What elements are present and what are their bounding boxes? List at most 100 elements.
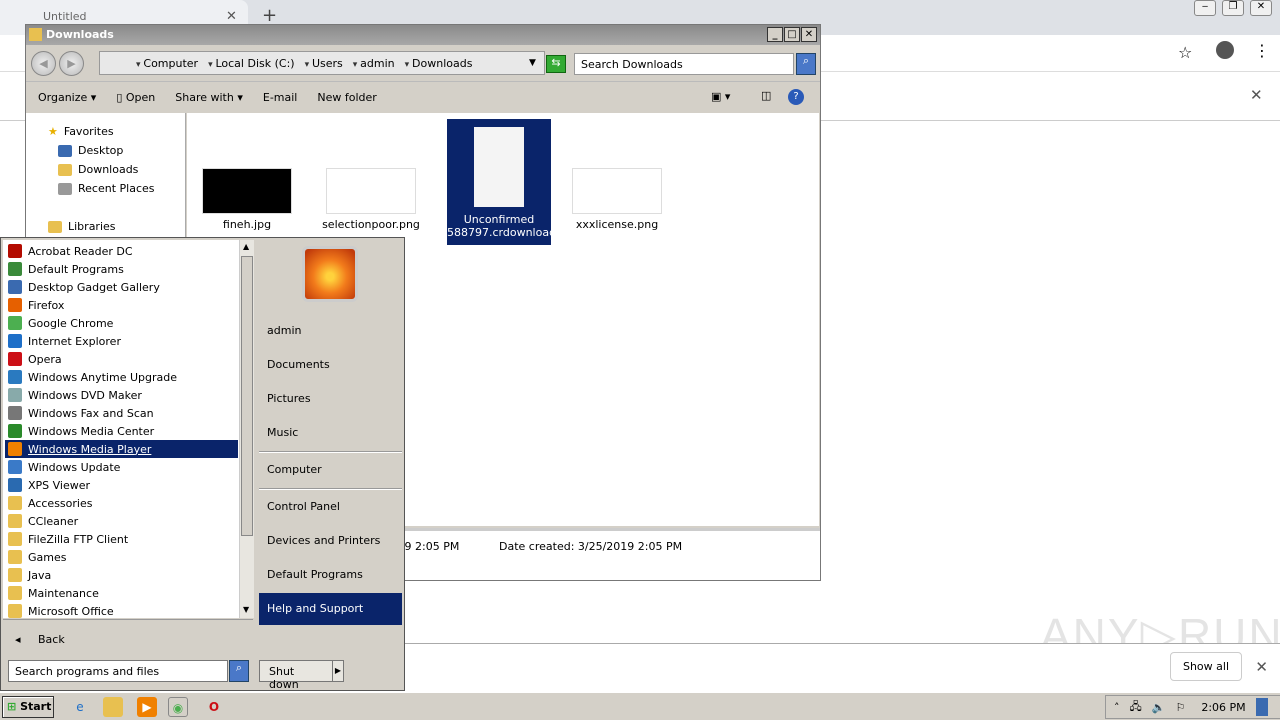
minimize-icon[interactable]: _: [767, 27, 783, 42]
menu-icon[interactable]: ⋮: [1254, 41, 1270, 60]
program-item[interactable]: Games: [5, 548, 238, 566]
start-item-computer[interactable]: Computer: [259, 454, 402, 486]
breadcrumb-item[interactable]: Users: [305, 57, 343, 74]
program-item[interactable]: CCleaner: [5, 512, 238, 530]
nav-downloads[interactable]: Downloads: [58, 163, 138, 176]
program-item[interactable]: Desktop Gadget Gallery: [5, 278, 238, 296]
help-icon[interactable]: ?: [788, 89, 804, 105]
program-item[interactable]: FileZilla FTP Client: [5, 530, 238, 548]
chevron-down-icon[interactable]: ▼: [529, 58, 536, 68]
address-row: ◀ ▶ Computer Local Disk (C:) Users admin…: [26, 45, 820, 81]
media-player-icon[interactable]: ▶: [137, 697, 157, 717]
shutdown-options-icon[interactable]: ▶: [332, 660, 344, 682]
organize-button[interactable]: Organize ▾: [38, 91, 96, 104]
volume-icon[interactable]: 🔈: [1152, 701, 1166, 714]
start-item-music[interactable]: Music: [259, 417, 402, 449]
star-icon[interactable]: ☆: [1178, 43, 1192, 62]
start-item-documents[interactable]: Documents: [259, 349, 402, 381]
close-icon[interactable]: ✕: [801, 27, 817, 42]
email-button[interactable]: E-mail: [263, 91, 298, 104]
program-icon: [8, 460, 22, 474]
forward-icon[interactable]: ▶: [59, 51, 84, 76]
scroll-up-icon[interactable]: ▲: [243, 242, 249, 251]
show-all-button[interactable]: Show all: [1169, 652, 1242, 681]
start-item-pictures[interactable]: Pictures: [259, 383, 402, 415]
file-item[interactable]: fineh.jpg: [195, 168, 299, 231]
clock[interactable]: 2:06 PM: [1201, 701, 1245, 714]
search-icon[interactable]: ⌕: [796, 53, 816, 75]
network-warning-icon[interactable]: 🖧: [1130, 698, 1142, 717]
opera-icon[interactable]: O: [204, 697, 224, 717]
action-center-flag-icon[interactable]: ⚐: [1175, 701, 1185, 714]
profile-icon[interactable]: [1216, 41, 1234, 59]
maximize-icon[interactable]: □: [784, 27, 800, 42]
programs-scrollbar[interactable]: ▲ ▼: [239, 240, 254, 618]
open-button[interactable]: ▯ Open: [116, 91, 155, 104]
start-button[interactable]: ⊞ Start: [2, 696, 54, 718]
close-download-bar-icon[interactable]: ✕: [1255, 658, 1268, 676]
nav-favorites[interactable]: ★ Favorites: [48, 125, 114, 138]
breadcrumb-item[interactable]: Local Disk (C:): [208, 57, 294, 74]
program-item[interactable]: Google Chrome: [5, 314, 238, 332]
program-item[interactable]: Maintenance: [5, 584, 238, 602]
scroll-down-icon[interactable]: ▼: [243, 605, 249, 614]
program-item[interactable]: Windows Media Player: [5, 440, 238, 458]
nav-desktop[interactable]: Desktop: [58, 144, 123, 157]
internet-explorer-icon[interactable]: e: [70, 697, 90, 717]
program-label: XPS Viewer: [28, 478, 91, 492]
close-tab-icon[interactable]: ✕: [226, 9, 237, 24]
start-item-help-support[interactable]: Help and Support: [259, 593, 402, 625]
view-icon[interactable]: ▣ ▾: [711, 90, 730, 103]
start-item-default-programs[interactable]: Default Programs: [259, 559, 402, 591]
show-hidden-icons[interactable]: ˄: [1114, 701, 1120, 714]
date-modified: .9 2:05 PM: [401, 540, 460, 553]
user-avatar[interactable]: [302, 246, 358, 302]
start-item-devices-printers[interactable]: Devices and Printers: [259, 525, 402, 557]
shut-down-button[interactable]: Shut down: [259, 660, 333, 691]
file-item-selected[interactable]: Unconfirmed 588797.crdownload: [447, 119, 556, 245]
program-item[interactable]: Windows Update: [5, 458, 238, 476]
scrollbar-thumb[interactable]: [241, 256, 253, 536]
program-item[interactable]: Accessories: [5, 494, 238, 512]
program-item[interactable]: Windows Media Center: [5, 422, 238, 440]
minimize-icon[interactable]: ‒: [1194, 0, 1216, 16]
show-desktop-icon[interactable]: [1255, 698, 1268, 716]
program-item[interactable]: Windows Fax and Scan: [5, 404, 238, 422]
back-button[interactable]: ◂ Back: [3, 623, 253, 653]
close-infobar-icon[interactable]: ✕: [1250, 86, 1263, 104]
program-item[interactable]: Microsoft Office: [5, 602, 238, 620]
program-item[interactable]: Windows DVD Maker: [5, 386, 238, 404]
breadcrumb[interactable]: Computer Local Disk (C:) Users admin Dow…: [99, 51, 545, 75]
back-icon[interactable]: ◀: [31, 51, 56, 76]
preview-pane-icon[interactable]: ◫: [761, 89, 771, 102]
breadcrumb-item[interactable]: admin: [353, 57, 394, 74]
share-with-button[interactable]: Share with ▾: [175, 91, 243, 104]
explorer-taskbar-icon[interactable]: [103, 697, 123, 717]
file-item[interactable]: xxxlicense.png: [565, 168, 669, 231]
start-item-admin[interactable]: admin: [259, 315, 402, 347]
nav-libraries[interactable]: Libraries: [48, 220, 116, 233]
new-tab-icon[interactable]: +: [262, 5, 277, 26]
close-icon[interactable]: ✕: [1250, 0, 1272, 16]
search-programs-input[interactable]: Search programs and files: [8, 660, 228, 682]
restore-icon[interactable]: ❐: [1222, 0, 1244, 16]
program-item[interactable]: XPS Viewer: [5, 476, 238, 494]
new-folder-button[interactable]: New folder: [317, 91, 376, 104]
start-item-control-panel[interactable]: Control Panel: [259, 491, 402, 523]
program-item[interactable]: Internet Explorer: [5, 332, 238, 350]
program-item[interactable]: Opera: [5, 350, 238, 368]
explorer-title-bar[interactable]: Downloads _ □ ✕: [26, 25, 820, 45]
program-item[interactable]: Windows Anytime Upgrade: [5, 368, 238, 386]
breadcrumb-item[interactable]: Computer: [136, 57, 198, 74]
search-input[interactable]: Search Downloads: [574, 53, 794, 75]
program-item[interactable]: Acrobat Reader DC: [5, 242, 238, 260]
program-item[interactable]: Java: [5, 566, 238, 584]
refresh-icon[interactable]: ⇆: [546, 55, 566, 73]
breadcrumb-item[interactable]: Downloads: [405, 57, 472, 74]
nav-recent-places[interactable]: Recent Places: [58, 182, 155, 195]
file-item[interactable]: selectionpoor.png: [319, 168, 423, 231]
program-item[interactable]: Default Programs: [5, 260, 238, 278]
chrome-icon[interactable]: ◉: [168, 697, 188, 717]
search-icon[interactable]: ⌕: [229, 660, 249, 682]
program-item[interactable]: Firefox: [5, 296, 238, 314]
